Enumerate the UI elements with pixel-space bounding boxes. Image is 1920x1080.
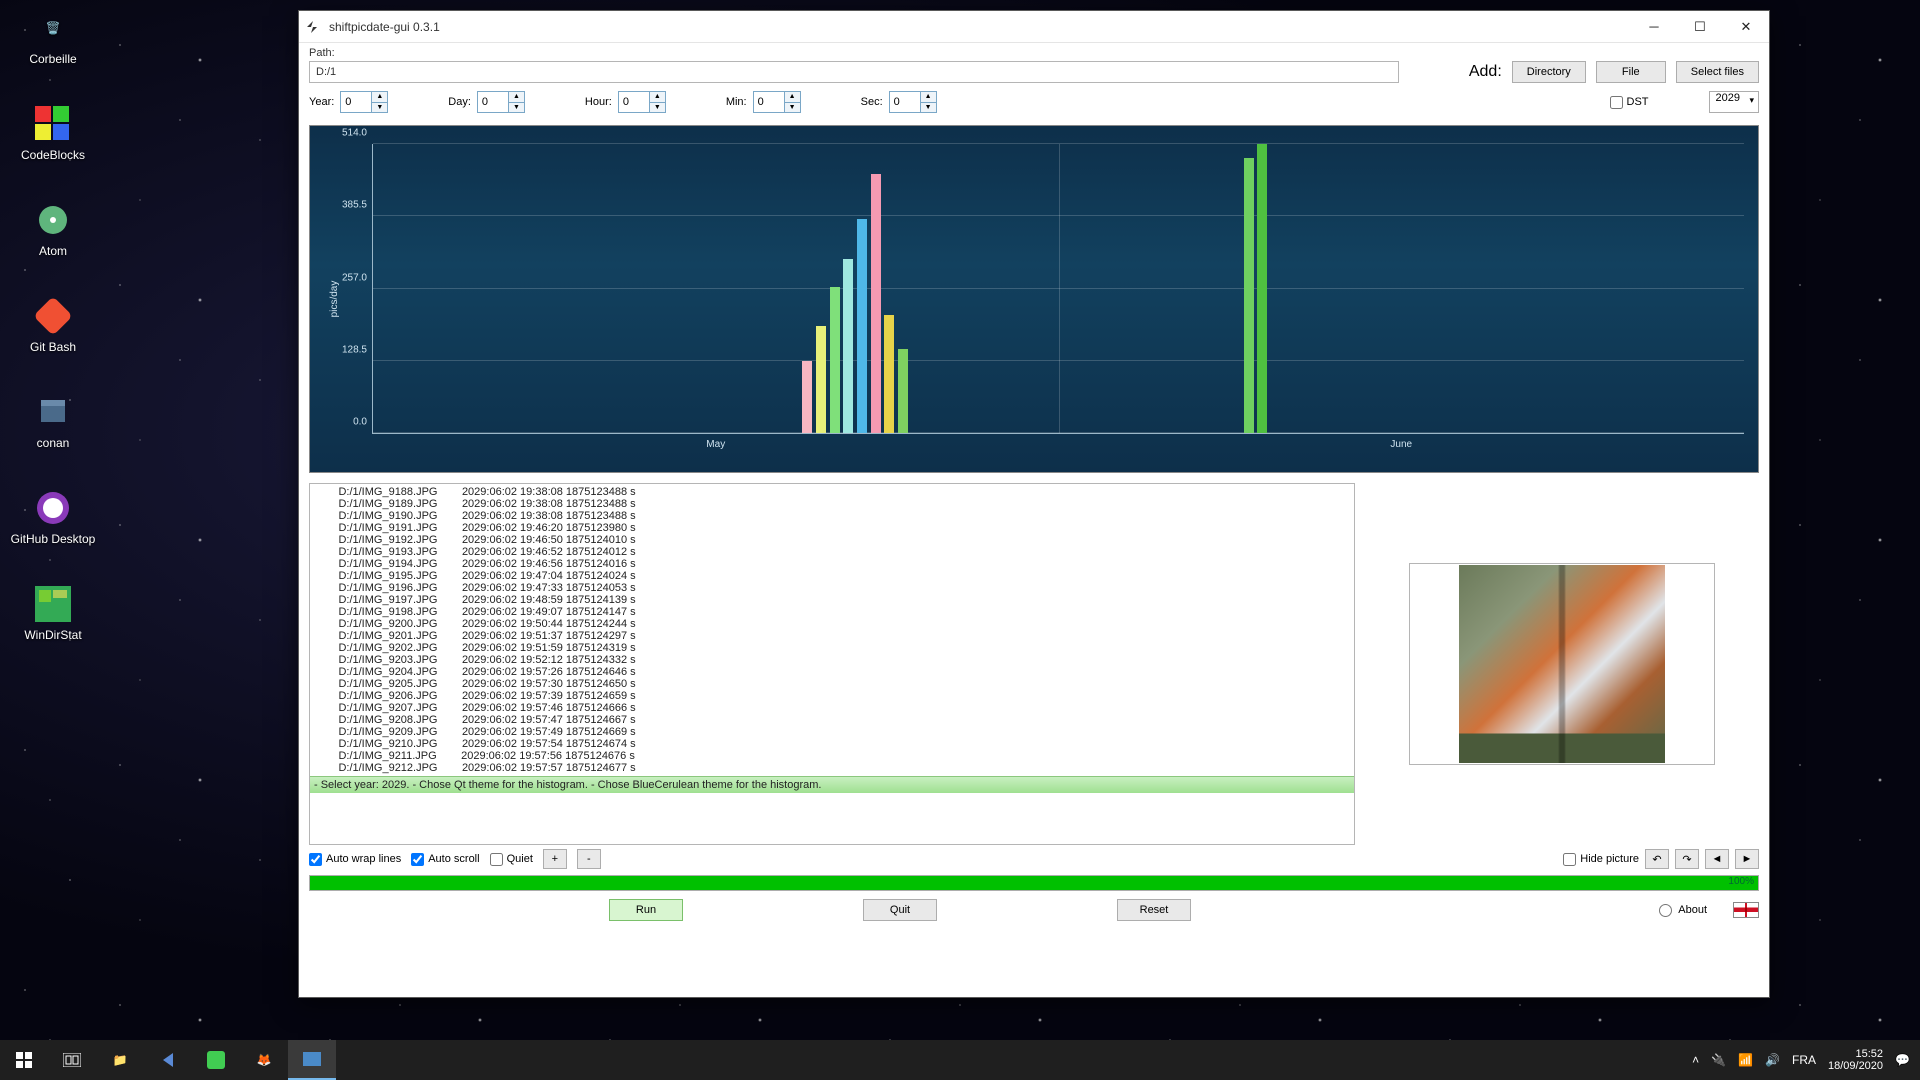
min-label: Min: (726, 96, 747, 108)
tray-wifi-icon[interactable]: 📶 (1738, 1053, 1753, 1067)
desktop-icon-atom[interactable]: Atom (8, 200, 98, 278)
app-window: shiftpicdate-gui 0.3.1 ─ ☐ ✕ Path: Add: … (298, 10, 1770, 998)
font-minus-button[interactable]: - (577, 849, 601, 869)
histogram-chart: pics/day 0.0128.5257.0385.5514.0MayJune (309, 125, 1759, 473)
chart-bar (843, 259, 853, 433)
desktop-icon-codeblocks[interactable]: CodeBlocks (8, 104, 98, 182)
preview-image (1459, 565, 1665, 763)
chart-bar (802, 361, 812, 433)
desktop-icon-windirstat[interactable]: WinDirStat (8, 584, 98, 662)
desktop-icon-gitbash[interactable]: Git Bash (8, 296, 98, 374)
hour-spin[interactable]: ▲▼ (618, 91, 666, 113)
language-flag-icon[interactable] (1733, 902, 1759, 918)
chart-bar (816, 326, 826, 433)
window-title: shiftpicdate-gui 0.3.1 (329, 20, 440, 34)
tray-chevron-icon[interactable]: ˄ (1692, 1053, 1699, 1067)
maximize-button[interactable]: ☐ (1677, 11, 1723, 43)
about-label: About (1678, 904, 1707, 916)
tray-lang[interactable]: FRA (1792, 1053, 1816, 1067)
run-button[interactable]: Run (609, 899, 683, 921)
desktop-icon-corbeille[interactable]: 🗑️Corbeille (8, 8, 98, 86)
chart-ylabel: pics/day (329, 281, 340, 318)
file-button[interactable]: File (1596, 61, 1666, 83)
chart-bar (1244, 158, 1254, 434)
year-label: Year: (309, 96, 334, 108)
rotate-ccw-button[interactable]: ↶ (1645, 849, 1669, 869)
select-files-button[interactable]: Select files (1676, 61, 1759, 83)
directory-button[interactable]: Directory (1512, 61, 1586, 83)
quiet-checkbox[interactable]: Quiet (490, 853, 533, 866)
hour-label: Hour: (585, 96, 612, 108)
chart-bar (871, 174, 881, 433)
firefox-icon[interactable]: 🦊 (240, 1040, 288, 1080)
close-button[interactable]: ✕ (1723, 11, 1769, 43)
sec-spin[interactable]: ▲▼ (889, 91, 937, 113)
min-spin[interactable]: ▲▼ (753, 91, 801, 113)
desktop-icon-githubdesktop[interactable]: GitHub Desktop (8, 488, 98, 566)
log-panel[interactable]: D:/1/IMG_9188.JPG 2029:06:02 19:38:08 18… (309, 483, 1355, 845)
minimize-button[interactable]: ─ (1631, 11, 1677, 43)
app-icon (305, 18, 323, 36)
preview-panel (1365, 483, 1759, 845)
qt-icon[interactable] (192, 1040, 240, 1080)
progress-text: 100% (1728, 876, 1754, 887)
year-spin[interactable]: ▲▼ (340, 91, 388, 113)
desktop-icons: 🗑️Corbeille CodeBlocks Atom Git Bash con… (8, 8, 98, 680)
prev-image-button[interactable]: ◄ (1705, 849, 1729, 869)
path-input[interactable] (309, 61, 1399, 83)
tray-notifications-icon[interactable]: 💬 (1895, 1053, 1910, 1067)
tray-volume-icon[interactable]: 🔊 (1765, 1053, 1780, 1067)
tray-clock[interactable]: 15:52 18/09/2020 (1828, 1048, 1883, 1072)
progress-bar: 100% (309, 875, 1759, 891)
chart-bar (857, 219, 867, 433)
vscode-icon[interactable] (144, 1040, 192, 1080)
reset-button[interactable]: Reset (1117, 899, 1191, 921)
tray-power-icon[interactable]: 🔌 (1711, 1053, 1726, 1067)
font-plus-button[interactable]: + (543, 849, 567, 869)
preview-image-box (1409, 563, 1715, 765)
taskview-button[interactable] (48, 1040, 96, 1080)
about-radio[interactable] (1659, 904, 1672, 917)
quit-button[interactable]: Quit (863, 899, 937, 921)
dst-checkbox[interactable]: DST (1610, 96, 1649, 109)
chart-bar (1257, 144, 1267, 433)
sec-label: Sec: (861, 96, 883, 108)
explorer-icon[interactable]: 📁 (96, 1040, 144, 1080)
add-label: Add: (1469, 63, 1502, 81)
desktop-icon-conan[interactable]: conan (8, 392, 98, 470)
chart-bar (884, 315, 894, 433)
app-taskbar-icon[interactable] (288, 1040, 336, 1080)
auto-wrap-checkbox[interactable]: Auto wrap lines (309, 853, 401, 866)
start-button[interactable] (0, 1040, 48, 1080)
next-image-button[interactable]: ► (1735, 849, 1759, 869)
hide-picture-checkbox[interactable]: Hide picture (1563, 853, 1639, 866)
path-label: Path: (309, 47, 335, 59)
auto-scroll-checkbox[interactable]: Auto scroll (411, 853, 479, 866)
chart-bar (830, 287, 840, 433)
day-spin[interactable]: ▲▼ (477, 91, 525, 113)
year-select[interactable]: 2029 (1709, 91, 1759, 113)
rotate-cw-button[interactable]: ↷ (1675, 849, 1699, 869)
taskbar[interactable]: 📁 🦊 ˄ 🔌 📶 🔊 FRA 15:52 18/09/2020 💬 (0, 1040, 1920, 1080)
chart-bar (898, 349, 908, 433)
titlebar[interactable]: shiftpicdate-gui 0.3.1 ─ ☐ ✕ (299, 11, 1769, 43)
day-label: Day: (448, 96, 471, 108)
